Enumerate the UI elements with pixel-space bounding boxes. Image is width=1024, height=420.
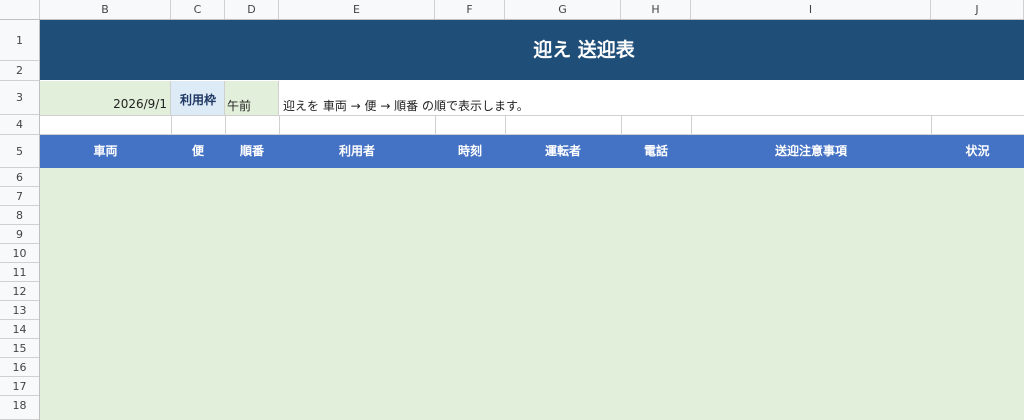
- row-header-3[interactable]: 3: [0, 81, 39, 115]
- row-header-14[interactable]: 14: [0, 320, 39, 339]
- row-header-15[interactable]: 15: [0, 339, 39, 358]
- column-header-g[interactable]: G: [505, 0, 621, 19]
- row-header-8[interactable]: 8: [0, 206, 39, 225]
- column-header-c[interactable]: C: [171, 0, 225, 19]
- row-header-11[interactable]: 11: [0, 263, 39, 282]
- row-header-9[interactable]: 9: [0, 225, 39, 244]
- column-header-j[interactable]: J: [931, 0, 1024, 19]
- note-text: 迎えを 車両 → 便 → 順番 の順で表示します。: [283, 99, 529, 113]
- note-cell[interactable]: 迎えを 車両 → 便 → 順番 の順で表示します。: [279, 81, 1024, 115]
- row-header-7[interactable]: 7: [0, 187, 39, 206]
- header-time[interactable]: 時刻: [435, 135, 505, 168]
- select-all-corner[interactable]: [0, 0, 40, 19]
- column-header-b[interactable]: B: [40, 0, 171, 19]
- row-header-2[interactable]: 2: [0, 61, 39, 81]
- label-box-cell[interactable]: 利用枠: [171, 81, 225, 115]
- sheet-title: 迎え 送迎表: [533, 39, 635, 61]
- column-header-d[interactable]: D: [225, 0, 279, 19]
- row-header-13[interactable]: 13: [0, 301, 39, 320]
- column-header-h[interactable]: H: [621, 0, 691, 19]
- date-value: 2026/9/1: [113, 97, 167, 111]
- row-header-5[interactable]: 5: [0, 135, 39, 168]
- column-header-e[interactable]: E: [279, 0, 435, 19]
- slot-value: 午前: [227, 99, 252, 113]
- row-header-4[interactable]: 4: [0, 115, 39, 135]
- row-header-10[interactable]: 10: [0, 244, 39, 263]
- column-header-bar: B C D E F G H I J: [0, 0, 1024, 20]
- label-box-text: 利用枠: [179, 93, 216, 107]
- spreadsheet: B C D E F G H I J 1 2 3 4 5 6 7 8 9 10 1…: [0, 0, 1024, 420]
- column-header-f[interactable]: F: [435, 0, 505, 19]
- header-driver[interactable]: 運転者: [505, 135, 621, 168]
- row-header-1[interactable]: 1: [0, 20, 39, 61]
- header-vehicle[interactable]: 車両: [40, 135, 171, 168]
- header-user[interactable]: 利用者: [279, 135, 435, 168]
- header-order[interactable]: 順番: [225, 135, 279, 168]
- table-body[interactable]: [40, 168, 1024, 420]
- column-header-i[interactable]: I: [691, 0, 931, 19]
- header-notes[interactable]: 送迎注意事項: [691, 135, 931, 168]
- header-trip[interactable]: 便: [171, 135, 225, 168]
- row-header-16[interactable]: 16: [0, 358, 39, 377]
- slot-cell[interactable]: 午前: [225, 81, 279, 115]
- header-phone[interactable]: 電話: [621, 135, 691, 168]
- row-header-17[interactable]: 17: [0, 377, 39, 396]
- header-status[interactable]: 状況: [931, 135, 1024, 168]
- date-cell[interactable]: 2026/9/1: [40, 81, 171, 115]
- row-header-18[interactable]: 18: [0, 396, 39, 420]
- row-header-6[interactable]: 6: [0, 168, 39, 187]
- row-header-12[interactable]: 12: [0, 282, 39, 301]
- row-header-bar: 1 2 3 4 5 6 7 8 9 10 11 12 13 14 15 16 1…: [0, 20, 40, 420]
